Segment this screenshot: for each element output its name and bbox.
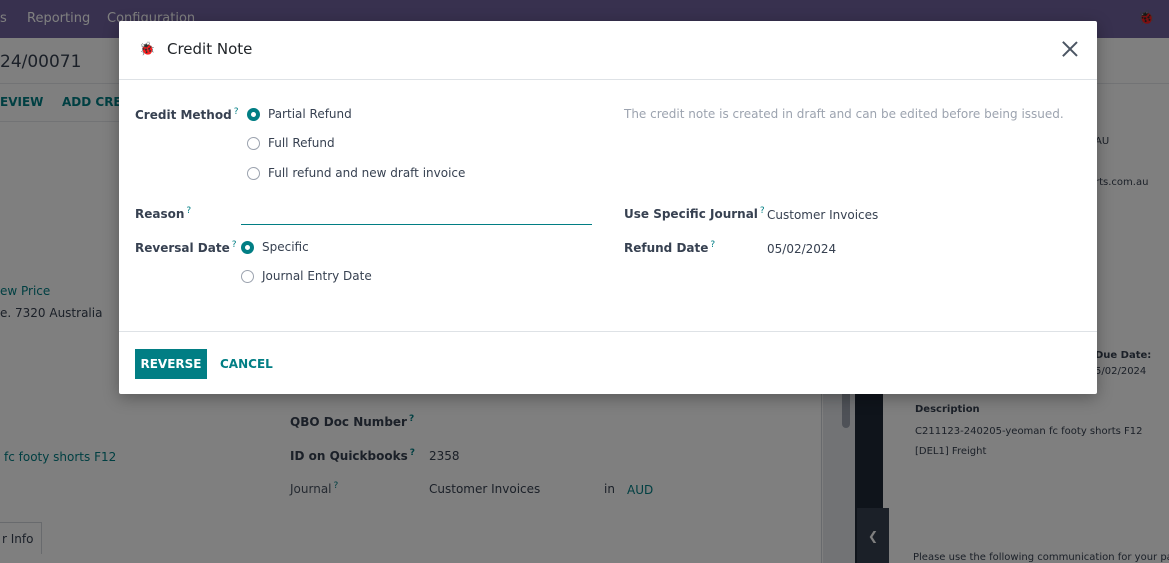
radio-partial-refund[interactable]: Partial Refund bbox=[247, 107, 352, 121]
specific-journal-label: Use Specific Journal? bbox=[624, 206, 765, 221]
radio-unchecked-icon bbox=[247, 166, 260, 180]
refund-date-value[interactable]: 05/02/2024 bbox=[767, 242, 836, 256]
dialog-footer: REVERSE CANCEL bbox=[119, 331, 1097, 394]
cancel-button[interactable]: CANCEL bbox=[216, 349, 277, 379]
radio-journal-entry-date[interactable]: Journal Entry Date bbox=[241, 269, 372, 283]
radio-full-refund[interactable]: Full Refund bbox=[247, 136, 335, 150]
radio-specific-label: Specific bbox=[262, 240, 309, 254]
reverse-button[interactable]: REVERSE bbox=[135, 349, 207, 379]
specific-journal-value[interactable]: Customer Invoices bbox=[767, 208, 878, 222]
radio-unchecked-icon bbox=[247, 136, 260, 150]
radio-partial-refund-label: Partial Refund bbox=[268, 107, 352, 121]
credit-note-dialog: 🐞 Credit Note Credit Method? Partial Ref… bbox=[119, 21, 1097, 394]
credit-note-hint: The credit note is created in draft and … bbox=[624, 107, 1064, 121]
close-icon[interactable] bbox=[1059, 38, 1081, 60]
dialog-header: 🐞 Credit Note bbox=[119, 21, 1097, 80]
radio-full-refund-new-draft[interactable]: Full refund and new draft invoice bbox=[247, 166, 465, 180]
dialog-title: Credit Note bbox=[167, 40, 253, 58]
refund-date-label: Refund Date? bbox=[624, 240, 716, 255]
radio-specific[interactable]: Specific bbox=[241, 240, 309, 254]
radio-unchecked-icon bbox=[241, 269, 254, 283]
radio-full-refund-new-draft-label: Full refund and new draft invoice bbox=[268, 166, 466, 180]
radio-full-refund-label: Full Refund bbox=[268, 136, 335, 150]
reason-input[interactable] bbox=[241, 203, 592, 225]
reason-label: Reason? bbox=[135, 206, 192, 221]
radio-journal-entry-date-label: Journal Entry Date bbox=[262, 269, 372, 283]
radio-checked-icon bbox=[241, 240, 254, 254]
reversal-date-label: Reversal Date? bbox=[135, 240, 237, 255]
bug-icon[interactable]: 🐞 bbox=[139, 42, 155, 57]
credit-method-label: Credit Method? bbox=[135, 107, 239, 122]
radio-checked-icon bbox=[247, 107, 260, 121]
